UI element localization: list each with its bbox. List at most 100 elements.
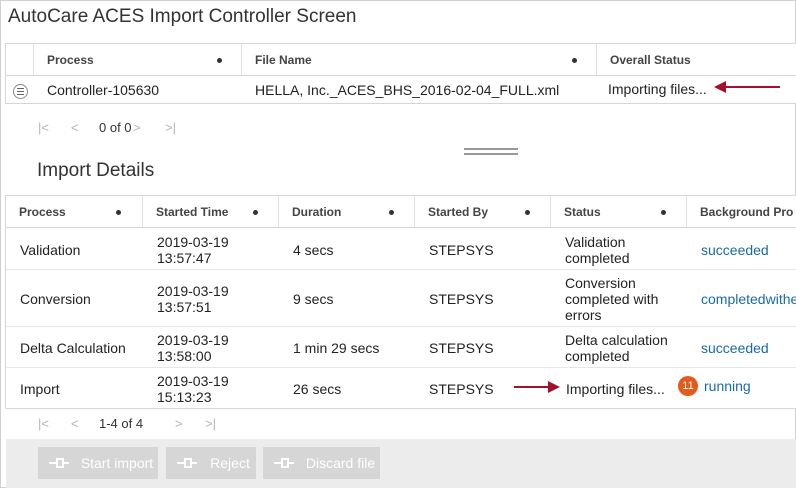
cell-process: Import bbox=[20, 381, 60, 397]
cell-process: Validation bbox=[20, 242, 81, 258]
table-row[interactable]: Conversion 2019-03-19 13:57:51 9 secs ST… bbox=[6, 270, 796, 327]
column-header-label: Duration bbox=[292, 205, 342, 219]
column-header-label: Started By bbox=[428, 205, 489, 219]
cell-process: Controller-105630 bbox=[47, 82, 160, 98]
started-clock: 13:58:00 bbox=[157, 348, 212, 364]
controller-pager: |< < 0 of 0 > >| bbox=[38, 120, 238, 136]
cell-background-link[interactable]: running bbox=[704, 378, 751, 394]
cell-status: Validation completed bbox=[565, 234, 630, 266]
started-date: 2019-03-19 bbox=[157, 332, 229, 348]
plug-arrow-icon bbox=[274, 458, 294, 468]
table-row[interactable]: Delta Calculation 2019-03-19 13:58:00 1 … bbox=[6, 327, 796, 368]
cell-process: Delta Calculation bbox=[20, 340, 126, 356]
splitter-handle[interactable] bbox=[464, 148, 518, 155]
notification-badge[interactable]: 11 bbox=[678, 376, 698, 396]
arrow-head-icon bbox=[548, 381, 560, 393]
annotation-arrow bbox=[514, 381, 560, 393]
start-import-label: Start import bbox=[80, 455, 154, 471]
column-menu-icon[interactable] bbox=[389, 210, 394, 215]
started-clock: 13:57:51 bbox=[157, 299, 212, 315]
column-header-duration[interactable]: Duration bbox=[279, 196, 415, 228]
cell-duration: 1 min 29 secs bbox=[293, 340, 380, 356]
cell-duration: 4 secs bbox=[293, 242, 334, 258]
column-header-file-name[interactable]: File Name bbox=[242, 44, 597, 76]
cell-started-time: 2019-03-19 13:57:51 bbox=[157, 283, 229, 315]
cell-started-by: STEPSYS bbox=[429, 242, 494, 258]
cell-duration: 26 secs bbox=[293, 381, 342, 397]
controller-grid-header: Process File Name Overall Status bbox=[6, 44, 796, 76]
prev-page-icon[interactable]: < bbox=[71, 416, 79, 431]
plug-arrow-icon bbox=[177, 458, 197, 468]
cell-started-by: STEPSYS bbox=[429, 381, 494, 397]
next-page-icon[interactable]: > bbox=[175, 416, 183, 431]
last-page-icon[interactable]: >| bbox=[165, 120, 176, 135]
cell-started-by: STEPSYS bbox=[429, 291, 494, 307]
column-header-started-by[interactable]: Started By bbox=[415, 196, 551, 228]
column-menu-icon[interactable] bbox=[525, 210, 530, 215]
import-details-header: Process Started Time Duration Started By… bbox=[6, 196, 796, 228]
column-menu-icon[interactable] bbox=[116, 210, 121, 215]
arrow-head-icon bbox=[714, 81, 726, 93]
discard-file-label: Discard file bbox=[305, 455, 376, 471]
cell-status: Delta calculation completed bbox=[565, 332, 668, 364]
window-title: AutoCare ACES Import Controller Screen bbox=[8, 6, 357, 27]
started-date: 2019-03-19 bbox=[157, 373, 229, 389]
column-header-process[interactable] bbox=[6, 44, 34, 76]
cell-background-link[interactable]: succeeded bbox=[701, 340, 769, 356]
first-page-icon[interactable]: |< bbox=[38, 120, 49, 135]
cell-started-by: STEPSYS bbox=[429, 340, 494, 356]
cell-started-time: 2019-03-19 13:58:00 bbox=[157, 332, 229, 364]
pager-text: 1-4 of 4 bbox=[99, 416, 144, 431]
started-clock: 15:13:23 bbox=[157, 389, 212, 405]
column-menu-icon[interactable] bbox=[661, 210, 666, 215]
controller-grid: Process File Name Overall Status Control… bbox=[5, 43, 796, 104]
last-page-icon[interactable]: >| bbox=[205, 416, 216, 431]
column-header-status[interactable]: Status bbox=[551, 196, 687, 228]
column-header-label: File Name bbox=[255, 53, 312, 67]
cell-overall-status: Importing files... bbox=[608, 81, 707, 97]
started-date: 2019-03-19 bbox=[157, 234, 229, 250]
annotation-arrow bbox=[714, 81, 780, 93]
row-menu-icon[interactable] bbox=[13, 84, 28, 99]
section-title-import-details: Import Details bbox=[37, 160, 155, 181]
cell-started-time: 2019-03-19 13:57:47 bbox=[157, 234, 229, 266]
column-menu-icon[interactable] bbox=[217, 58, 222, 63]
table-row[interactable]: Controller-105630 HELLA, Inc._ACES_BHS_2… bbox=[6, 77, 796, 103]
cell-file-name: HELLA, Inc._ACES_BHS_2016-02-04_FULL.xml bbox=[255, 82, 560, 98]
column-header-process[interactable]: Process bbox=[6, 196, 143, 228]
column-header-label: Process bbox=[47, 53, 94, 67]
cell-background-link[interactable]: succeeded bbox=[701, 242, 769, 258]
cell-status: Conversion completed with errors bbox=[565, 275, 659, 323]
started-date: 2019-03-19 bbox=[157, 283, 229, 299]
plug-arrow-icon bbox=[49, 458, 69, 468]
reject-label: Reject bbox=[210, 455, 250, 471]
column-header-label: Started Time bbox=[156, 205, 229, 219]
next-page-icon[interactable]: > bbox=[133, 120, 141, 135]
column-header-overall-status[interactable]: Overall Status bbox=[597, 44, 796, 76]
column-header-started-time[interactable]: Started Time bbox=[143, 196, 279, 228]
column-header-label: Process bbox=[19, 205, 66, 219]
cell-process: Conversion bbox=[20, 291, 91, 307]
column-header-label: Status bbox=[564, 205, 601, 219]
cell-started-time: 2019-03-19 15:13:23 bbox=[157, 373, 229, 405]
cell-background-link[interactable]: completedwithe bbox=[701, 291, 796, 307]
start-import-button[interactable]: Start import bbox=[38, 447, 158, 479]
footer-toolbar: Start import Reject Discard file bbox=[6, 439, 796, 488]
cell-status: Importing files... bbox=[566, 381, 665, 397]
reject-button[interactable]: Reject bbox=[166, 447, 256, 479]
column-menu-icon[interactable] bbox=[572, 58, 577, 63]
started-clock: 13:57:47 bbox=[157, 250, 212, 266]
column-header-background-process[interactable]: Background Pro bbox=[687, 196, 796, 228]
table-row[interactable]: Import 2019-03-19 15:13:23 26 secs STEPS… bbox=[6, 368, 796, 408]
prev-page-icon[interactable]: < bbox=[71, 120, 79, 135]
pager-text: 0 of 0 bbox=[99, 120, 132, 135]
first-page-icon[interactable]: |< bbox=[38, 416, 49, 431]
column-header-process[interactable]: Process bbox=[34, 44, 242, 76]
cell-duration: 9 secs bbox=[293, 291, 334, 307]
discard-file-button[interactable]: Discard file bbox=[263, 447, 380, 479]
import-details-grid: Process Started Time Duration Started By… bbox=[5, 195, 796, 409]
import-pager: |< < 1-4 of 4 > >| bbox=[38, 416, 238, 432]
table-row[interactable]: Validation 2019-03-19 13:57:47 4 secs ST… bbox=[6, 229, 796, 270]
column-header-label: Background Pro bbox=[700, 205, 794, 219]
column-menu-icon[interactable] bbox=[253, 210, 258, 215]
